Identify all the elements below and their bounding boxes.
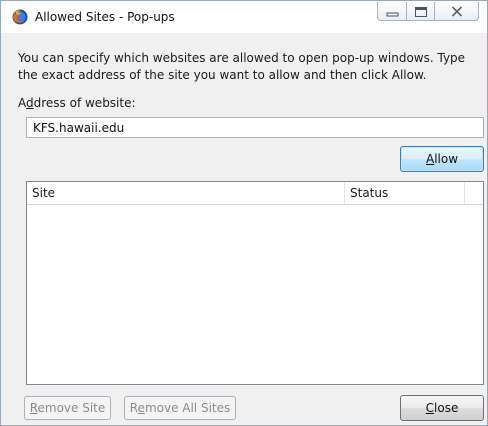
minimize-icon [386, 12, 399, 17]
website-address-input[interactable] [26, 117, 484, 138]
title-bar[interactable]: Allowed Sites - Pop-ups [1, 1, 487, 33]
close-accel: C [425, 401, 435, 415]
remove-site-rest: emove Site [37, 401, 106, 415]
firefox-icon [12, 9, 28, 25]
remove-all-sites-button[interactable]: Remove All Sites [124, 396, 236, 420]
address-label: Address of website: [18, 96, 136, 110]
description-text: You can specify which websites are allow… [18, 51, 466, 82]
remove-site-button[interactable]: Remove Site [24, 396, 111, 420]
allow-accel: A [425, 152, 435, 166]
allow-button[interactable]: Allow [400, 146, 484, 172]
minimize-button[interactable] [377, 2, 407, 21]
allow-rest: llow [434, 152, 459, 166]
remove-all-pre: R [129, 401, 138, 415]
list-header: Site Status [27, 182, 483, 205]
remove-site-accel: R [29, 401, 38, 415]
column-header-status[interactable]: Status [345, 182, 465, 204]
column-picker[interactable] [465, 182, 483, 204]
maximize-button[interactable] [407, 2, 435, 21]
window-title: Allowed Sites - Pop-ups [35, 10, 175, 24]
address-label-pre: A [18, 96, 26, 110]
address-label-post: dress of website: [33, 96, 136, 110]
remove-all-accel: e [137, 401, 145, 415]
close-button[interactable]: Close [400, 395, 484, 421]
sites-list[interactable]: Site Status [26, 181, 484, 385]
close-window-button[interactable] [435, 2, 479, 21]
maximize-icon [415, 7, 427, 17]
close-rest: lose [434, 401, 459, 415]
column-header-site[interactable]: Site [27, 182, 345, 204]
close-icon [451, 6, 463, 17]
caption-buttons [377, 2, 479, 23]
remove-all-post: move All Sites [144, 401, 231, 415]
address-label-accel: d [26, 96, 34, 110]
